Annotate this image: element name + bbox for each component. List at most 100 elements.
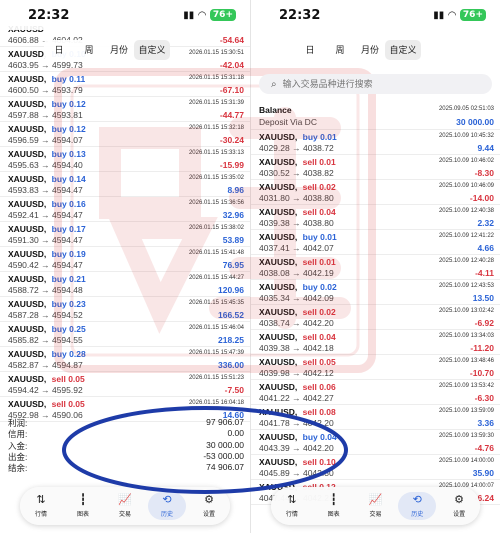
trade-profit: -6.92 — [474, 318, 494, 328]
nav-tab-sort-arrows[interactable]: ⇅ 行情 — [273, 492, 311, 520]
nav-tab-candles[interactable]: ┇ 图表 — [315, 492, 353, 520]
trade-symbol: XAUUSD, buy 0.28 — [8, 349, 86, 359]
symbol-text: XAUUSD — [8, 199, 44, 209]
trade-row[interactable]: XAUUSD, sell 0.08 4041.78 → 4042.20 2025.1… — [251, 405, 500, 430]
tab-custom[interactable]: 自定义 — [134, 40, 170, 60]
trade-row[interactable]: XAUUSD, buy 0.12 4596.59 → 4594.07 2026.01… — [0, 122, 250, 147]
trade-profit: -4.11 — [475, 268, 494, 278]
trade-symbol: XAUUSD, sell 0.02 — [259, 182, 336, 192]
trade-row[interactable]: XAUUSD, buy 0.14 4593.83 → 4594.47 2026.01… — [0, 172, 250, 197]
side-text: sell — [302, 257, 317, 267]
trade-row[interactable]: XAUUSD, sell 0.01 4030.52 → 4038.82 2025.1… — [251, 155, 500, 180]
lots-text: 0.14 — [69, 174, 86, 184]
open-price: 4035.34 — [259, 293, 290, 303]
symbol-text: XAUUSD — [259, 357, 295, 367]
side-text: buy — [51, 299, 67, 309]
trade-prices: 4603.95 → 4599.73 — [8, 60, 83, 70]
nav-tab-history[interactable]: ⟲ 历史 — [148, 492, 186, 520]
summary-row: 出金: -53 000.00 — [8, 451, 244, 462]
trade-datetime: 2025.10.09 10:45:32 — [438, 133, 494, 139]
nav-tab-gear[interactable]: ⚙ 设置 — [190, 492, 228, 520]
close-price: 4594.40 — [51, 160, 83, 170]
side-text: buy — [302, 132, 318, 142]
trade-row[interactable]: XAUUSD, buy 0.23 4587.28 → 4594.52 2026.01… — [0, 297, 250, 322]
search-icon: ⌕ — [271, 78, 277, 90]
symbol-text: XAUUSD — [259, 382, 295, 392]
gear-icon: ⚙ — [204, 494, 214, 506]
trade-row[interactable]: XAUUSD, sell 0.10 4045.89 → 4042.30 2025.1… — [251, 455, 500, 480]
trade-row[interactable]: XAUUSD, buy 0.16 4592.41 → 4594.47 2026.01… — [0, 197, 250, 222]
tab-month[interactable]: 月份 — [355, 40, 385, 60]
symbol-text: XAUUSD — [8, 149, 44, 159]
open-price: 4590.42 — [8, 260, 39, 270]
trade-row[interactable]: XAUUSD, sell 0.04 4039.38 → 4038.80 2025.1… — [251, 205, 500, 230]
open-price: 4039.98 — [259, 368, 290, 378]
trade-row[interactable]: XAUUSD, buy 0.11 4600.50 → 4593.79 2026.01… — [0, 72, 250, 97]
trade-datetime: 2025.10.09 13:59:30 — [438, 433, 494, 439]
open-price: 4594.42 — [8, 385, 39, 395]
trade-datetime: 2025.10.09 13:53:42 — [438, 383, 494, 389]
trade-prices: 4031.80 → 4038.80 — [259, 193, 334, 203]
close-price: 4042.30 — [302, 468, 334, 478]
side-text: sell — [302, 307, 317, 317]
trade-symbol: XAUUSD, buy 0.25 — [8, 324, 86, 334]
trade-row[interactable]: XAUUSD, sell 0.05 4594.42 → 4595.92 2026.0… — [0, 372, 250, 397]
side-text: buy — [51, 149, 67, 159]
tab-week[interactable]: 周 — [74, 40, 104, 60]
trade-row[interactable]: XAUUSD, buy 0.13 4595.63 → 4594.40 2026.01… — [0, 147, 250, 172]
trade-row[interactable]: XAUUSD, buy 0.25 4585.82 → 4594.55 2026.01… — [0, 322, 250, 347]
open-price: 4039.38 — [259, 343, 290, 353]
trade-profit: 3.36 — [477, 418, 494, 428]
trade-datetime: 2026.01.15 15:46:04 — [188, 325, 244, 331]
tab-day[interactable]: 日 — [295, 40, 325, 60]
search-input[interactable] — [282, 79, 443, 89]
tab-week[interactable]: 周 — [325, 40, 355, 60]
symbol-text: XAUUSD — [8, 99, 44, 109]
close-price: 4594.47 — [51, 185, 83, 195]
side-text: sell — [302, 357, 317, 367]
nav-tab-history[interactable]: ⟲ 历史 — [398, 492, 437, 520]
symbol-text: XAUUSD — [259, 307, 295, 317]
close-price: 4038.72 — [302, 143, 334, 153]
trade-row[interactable]: XAUUSD, buy 0.28 4582.87 → 4594.87 2026.01… — [0, 347, 250, 372]
trade-row[interactable]: XAUUSD, sell 0.02 4031.80 → 4038.80 2025.1… — [251, 180, 500, 205]
nav-tab-trend-chart[interactable]: 📈 交易 — [356, 492, 394, 520]
summary-value: -53 000.00 — [203, 450, 244, 461]
lots-text: 0.04 — [319, 332, 336, 342]
symbol-search[interactable]: ⌕ — [259, 74, 492, 94]
lots-text: 0.02 — [319, 307, 336, 317]
trade-row[interactable]: XAUUSD, buy 0.02 4035.34 → 4042.09 2025.10… — [251, 280, 500, 305]
trade-side: buy 0.14 — [52, 174, 86, 184]
trade-datetime: 2026.01.15 15:31:18 — [188, 75, 244, 81]
trade-row[interactable]: XAUUSD, sell 0.05 4039.98 → 4042.12 2025.1… — [251, 355, 500, 380]
trade-row[interactable]: XAUUSD, sell 0.06 4041.22 → 4042.27 2025.1… — [251, 380, 500, 405]
trade-row[interactable]: XAUUSD, sell 0.01 4038.08 → 4042.19 2025.1… — [251, 255, 500, 280]
symbol-text: XAUUSD — [8, 274, 44, 284]
trade-side: buy 0.28 — [52, 349, 86, 359]
nav-tab-gear[interactable]: ⚙ 设置 — [440, 492, 478, 520]
nav-tab-candles[interactable]: ┇ 图表 — [64, 492, 102, 520]
tab-custom[interactable]: 自定义 — [385, 40, 421, 60]
lots-text: 0.12 — [69, 99, 86, 109]
side-text: buy — [51, 249, 67, 259]
trade-row[interactable]: XAUUSD, buy 0.01 4029.28 → 4038.72 2025.10… — [251, 130, 500, 155]
trade-row[interactable]: XAUUSD, sell 0.04 4039.38 → 4042.18 2025.1… — [251, 330, 500, 355]
trade-row[interactable]: XAUUSD, buy 0.17 4591.30 → 4594.47 2026.01… — [0, 222, 250, 247]
status-icons: ▮▮ ◠ 76+ — [183, 9, 236, 21]
trade-row[interactable]: XAUUSD, buy 0.12 4597.88 → 4593.81 2026.01… — [0, 97, 250, 122]
trade-row[interactable]: XAUUSD, sell 0.02 4038.74 → 4042.20 2025.1… — [251, 305, 500, 330]
open-price: 4597.88 — [8, 110, 39, 120]
trade-side: buy 0.23 — [52, 299, 86, 309]
nav-tab-sort-arrows[interactable]: ⇅ 行情 — [22, 492, 60, 520]
trade-row[interactable]: XAUUSD, buy 0.04 4043.39 → 4042.20 2025.10… — [251, 430, 500, 455]
trade-prices: 4595.63 → 4594.40 — [8, 160, 83, 170]
symbol-text: XAUUSD — [8, 324, 44, 334]
trade-row[interactable]: XAUUSD, buy 0.21 4588.72 → 4594.48 2026.01… — [0, 272, 250, 297]
tab-day[interactable]: 日 — [44, 40, 74, 60]
summary-value: 0.00 — [227, 428, 244, 439]
nav-tab-trend-chart[interactable]: 📈 交易 — [106, 492, 144, 520]
tab-month[interactable]: 月份 — [104, 40, 134, 60]
balance-row[interactable]: Balance Deposit Via DC 2025.09.05 02:51:… — [251, 103, 500, 130]
trade-row[interactable]: XAUUSD, buy 0.01 4037.41 → 4042.07 2025.10… — [251, 230, 500, 255]
trade-row[interactable]: XAUUSD, buy 0.19 4590.42 → 4594.47 2026.01… — [0, 247, 250, 272]
